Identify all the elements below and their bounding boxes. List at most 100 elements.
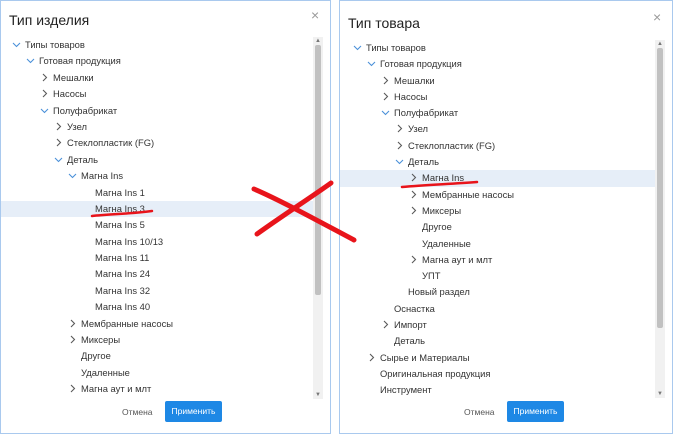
tree-node[interactable]: Стеклопластик (FG) [340, 138, 658, 154]
tree-node[interactable]: Типы товаров [340, 40, 658, 56]
scroll-up-arrow-icon[interactable]: ▲ [655, 40, 665, 48]
tree-node[interactable]: УПТ [340, 268, 658, 284]
apply-button[interactable]: Применить [164, 401, 223, 422]
chevron-right-icon[interactable] [53, 122, 63, 131]
scroll-down-arrow-icon[interactable]: ▼ [313, 391, 323, 399]
tree-node[interactable]: Оснастка [340, 301, 658, 317]
tree-node[interactable]: Деталь [1, 152, 316, 168]
chevron-down-icon[interactable] [25, 56, 35, 65]
apply-button[interactable]: Применить [506, 401, 565, 422]
close-icon[interactable]: × [311, 8, 319, 22]
tree-node[interactable]: Магна аут и млт [340, 252, 658, 268]
cancel-button[interactable]: Отмена [458, 402, 501, 422]
chevron-down-icon[interactable] [366, 59, 376, 68]
tree-node[interactable]: Готовая продукция [1, 53, 316, 69]
tree-node[interactable]: Мешалки [340, 73, 658, 89]
chevron-right-icon[interactable] [39, 73, 49, 82]
tree-node-label: Миксеры [422, 204, 462, 216]
tree-node[interactable]: Узел [340, 121, 658, 137]
chevron-right-icon[interactable] [67, 319, 77, 328]
tree-node-label: Магна Ins 3 [95, 202, 145, 214]
tree-node[interactable]: Магна Ins [340, 170, 658, 187]
tree-node[interactable]: Готовая продукция [340, 56, 658, 72]
tree-node[interactable]: Деталь [340, 333, 658, 349]
scroll-up-arrow-icon[interactable]: ▲ [313, 37, 323, 45]
tree-node-label: Сырье и Материалы [380, 351, 470, 363]
chevron-right-icon[interactable] [366, 353, 376, 362]
chevron-down-icon[interactable] [352, 43, 362, 52]
scrollbar[interactable]: ▲ ▼ [655, 40, 665, 398]
tree-node[interactable]: Мешалки [1, 70, 316, 86]
chevron-right-icon[interactable] [39, 89, 49, 98]
dialog-title: Тип товара [348, 15, 420, 31]
tree-node[interactable]: Магна Ins 5 [1, 217, 316, 233]
tree-node[interactable]: Удаленные [1, 365, 316, 381]
tree-node[interactable]: Другое [340, 219, 658, 235]
tree-node[interactable]: Деталь [340, 154, 658, 170]
chevron-right-icon[interactable] [53, 138, 63, 147]
tree-node[interactable]: Мембранные насосы [1, 316, 316, 332]
chevron-right-icon[interactable] [394, 124, 404, 133]
chevron-down-icon[interactable] [394, 157, 404, 166]
chevron-right-icon[interactable] [408, 255, 418, 264]
chevron-right-icon[interactable] [408, 190, 418, 199]
tree-node[interactable]: Новый раздел [340, 284, 658, 300]
chevron-right-icon[interactable] [67, 384, 77, 393]
chevron-right-icon[interactable] [408, 173, 418, 182]
tree-node[interactable]: Магна Ins 32 [1, 283, 316, 299]
tree-node-label: Удаленные [81, 366, 130, 378]
tree-node[interactable]: Магна Ins 40 [1, 299, 316, 315]
tree-node[interactable]: Магна Ins 10/13 [1, 234, 316, 250]
tree-node[interactable]: Магна Ins [1, 168, 316, 184]
tree-node-label: Импорт [394, 319, 427, 331]
tree-node[interactable]: Импорт [340, 317, 658, 333]
scroll-down-arrow-icon[interactable]: ▼ [655, 390, 665, 398]
scrollbar-thumb[interactable] [657, 48, 663, 328]
tree-node-label: Магна Ins 1 [95, 186, 145, 198]
chevron-right-icon[interactable] [394, 141, 404, 150]
chevron-right-icon[interactable] [380, 92, 390, 101]
tree-node[interactable]: Магна Ins 1 [1, 185, 316, 201]
tree-node[interactable]: Полуфабрикат [1, 103, 316, 119]
chevron-right-icon[interactable] [408, 206, 418, 215]
tree-node[interactable]: Мембранные насосы [340, 187, 658, 203]
chevron-right-icon[interactable] [67, 335, 77, 344]
chevron-right-icon[interactable] [380, 76, 390, 85]
tree-node[interactable]: Удаленные [340, 236, 658, 252]
chevron-down-icon[interactable] [380, 108, 390, 117]
tree-node-label: Мембранные насосы [422, 188, 515, 200]
tree-node-label: Магна Ins 40 [95, 301, 151, 313]
scrollbar-thumb[interactable] [315, 45, 321, 295]
tree-node-label: Узел [67, 120, 87, 132]
chevron-down-icon[interactable] [11, 40, 21, 49]
tree-node[interactable]: Типы товаров [1, 37, 316, 53]
tree-node[interactable]: Миксеры [1, 332, 316, 348]
close-icon[interactable]: × [653, 10, 661, 24]
tree-node[interactable]: Полуфабрикат [340, 105, 658, 121]
cancel-button[interactable]: Отмена [116, 402, 159, 422]
chevron-right-icon[interactable] [380, 320, 390, 329]
tree-node[interactable]: Магна аут и млт [1, 381, 316, 397]
tree-node[interactable]: Магна Ins 3 [1, 200, 316, 218]
tree-node[interactable]: Другое [1, 348, 316, 364]
tree-node[interactable]: Магна Ins 11 [1, 250, 316, 266]
tree-node[interactable]: Миксеры [340, 203, 658, 219]
tree-node[interactable]: Сырье и Материалы [340, 350, 658, 366]
chevron-down-icon[interactable] [67, 171, 77, 180]
chevron-down-icon[interactable] [39, 106, 49, 115]
tree-node[interactable]: Стеклопластик (FG) [1, 135, 316, 151]
tree-node[interactable]: Инструмент [340, 382, 658, 398]
tree-node-label: Магна аут и млт [81, 383, 152, 395]
category-tree: Типы товаров Готовая продукция Мешалки Насо… [340, 40, 658, 399]
tree-node-label: Миксеры [81, 334, 121, 346]
tree-node[interactable]: Оригинальная продукция [340, 366, 658, 382]
tree-node[interactable]: Узел [1, 119, 316, 135]
chevron-down-icon[interactable] [53, 155, 63, 164]
tree-node[interactable]: Магна Ins 24 [1, 266, 316, 282]
tree-node-label: Магна Ins 24 [95, 268, 151, 280]
scrollbar[interactable]: ▲ ▼ [313, 37, 323, 399]
tree-node-label: Деталь [408, 156, 440, 168]
tree-node-label: Полуфабрикат [394, 107, 459, 119]
tree-node[interactable]: Насосы [1, 86, 316, 102]
tree-node[interactable]: Насосы [340, 89, 658, 105]
